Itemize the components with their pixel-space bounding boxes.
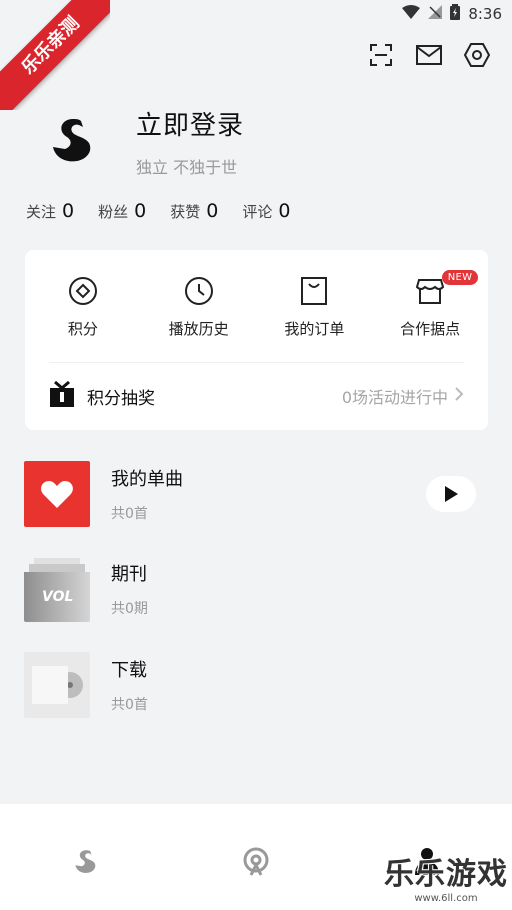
battery-icon (450, 4, 461, 24)
grid-item-history[interactable]: 播放历史 (141, 274, 257, 362)
grid-label: 积分 (67, 320, 98, 338)
feature-grid: 积分 播放历史 我的订单 NEW 合作据点 (25, 250, 488, 362)
tab-radio[interactable] (236, 842, 276, 882)
chevron-right-icon (454, 386, 464, 406)
stat-label: 关注 (26, 203, 57, 221)
swan-icon (75, 850, 96, 873)
swan-logo-icon (53, 119, 91, 162)
scan-icon[interactable] (368, 42, 394, 68)
item-title: 我的单曲 (111, 469, 183, 490)
stat-comments[interactable]: 评论 0 (242, 200, 290, 222)
profile-subtitle: 独立 不独于世 (136, 157, 238, 177)
download-thumb (24, 652, 90, 718)
stat-label: 获赞 (170, 203, 201, 221)
points-icon (66, 274, 100, 308)
lottery-status: 0场活动进行中 (341, 388, 448, 407)
play-button[interactable] (426, 476, 476, 512)
settings-icon[interactable] (464, 42, 490, 68)
gift-icon (49, 380, 75, 412)
grid-label: 播放历史 (168, 320, 229, 338)
vol-label: VOL (42, 589, 74, 605)
no-signal-icon (428, 5, 443, 23)
tab-home[interactable] (65, 842, 105, 882)
status-time: 8:36 (468, 5, 502, 23)
item-subtitle: 共0首 (111, 697, 148, 713)
play-icon (445, 486, 458, 502)
stat-value: 0 (62, 200, 75, 222)
list-item-download[interactable]: 下载 共0首 (24, 652, 488, 718)
new-badge: NEW (441, 270, 479, 285)
item-subtitle: 共0期 (111, 601, 148, 617)
wifi-icon (402, 5, 421, 23)
stat-likes[interactable]: 获赞 0 (170, 200, 218, 222)
grid-label: 我的订单 (284, 320, 345, 338)
grid-label: 合作据点 (400, 320, 461, 338)
stat-value: 0 (278, 200, 291, 222)
clock-icon (182, 274, 216, 308)
watermark-main: 乐乐游戏 (384, 857, 508, 892)
grid-item-orders[interactable]: 我的订单 (257, 274, 373, 362)
item-subtitle: 共0首 (111, 506, 148, 522)
lottery-label: 积分抽奖 (87, 388, 155, 409)
stat-value: 0 (206, 200, 219, 222)
disc-icon (32, 666, 83, 704)
stat-label: 评论 (242, 203, 273, 221)
heart-thumb (24, 461, 90, 527)
login-title[interactable]: 立即登录 (136, 105, 244, 142)
corner-banner-text: 乐乐亲测 (0, 0, 110, 110)
stat-following[interactable]: 关注 0 (26, 200, 74, 222)
stats-row: 关注 0 粉丝 0 获赞 0 评论 0 (26, 200, 290, 222)
corner-banner: 乐乐亲测 (0, 0, 110, 110)
grid-item-partners[interactable]: NEW 合作据点 (372, 270, 488, 362)
list-item-journal[interactable]: VOL 期刊 共0期 (24, 556, 488, 622)
grid-item-points[interactable]: 积分 (25, 274, 141, 362)
stat-value: 0 (134, 200, 147, 222)
watermark: 乐乐游戏 www.6ll.com (384, 849, 508, 904)
lottery-row[interactable]: 积分抽奖 0场活动进行中 (25, 363, 488, 429)
watermark-sub: www.6ll.com (414, 893, 478, 904)
bag-icon (297, 274, 331, 308)
heart-icon (41, 481, 73, 508)
item-title: 下载 (111, 660, 147, 681)
list-item-singles[interactable]: 我的单曲 共0首 (24, 461, 488, 527)
vol-thumb: VOL (24, 556, 90, 622)
stat-label: 粉丝 (98, 203, 129, 221)
stat-fans[interactable]: 粉丝 0 (98, 200, 146, 222)
radio-icon (243, 847, 269, 876)
feature-card: 积分 播放历史 我的订单 NEW 合作据点 积分抽奖 0场活动进行中 (25, 250, 488, 430)
top-actions (368, 42, 490, 68)
item-title: 期刊 (111, 564, 147, 585)
mail-icon[interactable] (416, 42, 442, 68)
